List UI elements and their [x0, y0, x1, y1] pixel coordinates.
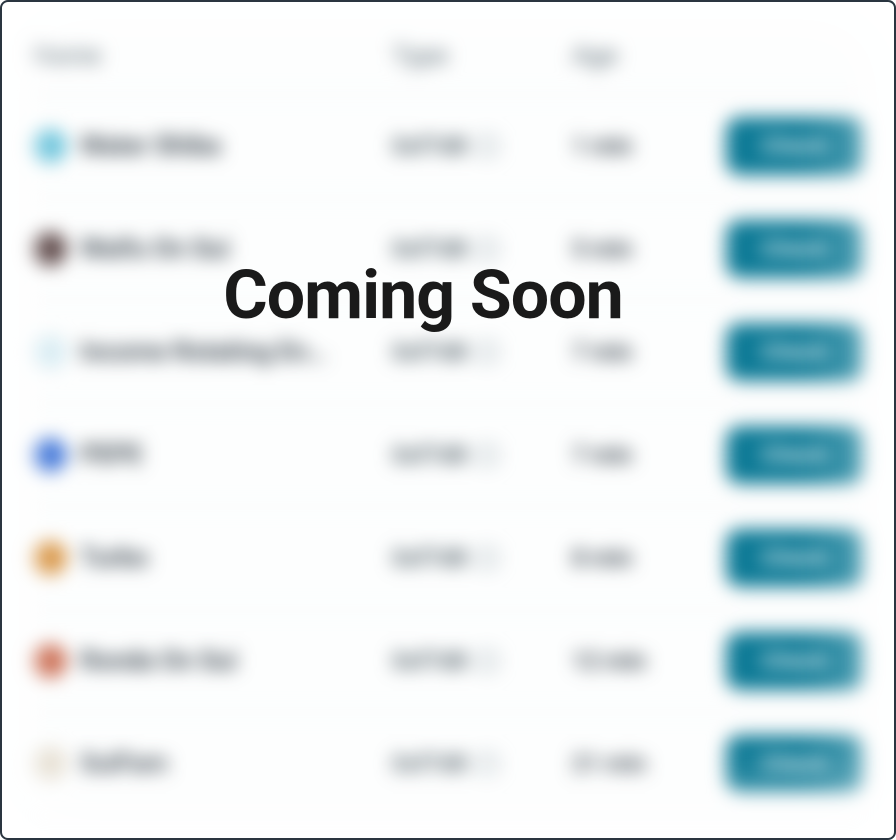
table-row: PEPE 0xf7d8 7 min Check: [32, 404, 864, 507]
type-text: 0xf7d8: [392, 132, 467, 160]
age-cell: 8 min: [572, 544, 692, 572]
type-text: 0xf7d8: [392, 338, 467, 366]
token-name: Turbo: [80, 543, 148, 573]
age-cell: 7 min: [572, 441, 692, 469]
table-row: Water Shiba 0xf7d8 1 min Check: [32, 95, 864, 198]
type-text: 0xf7d8: [392, 544, 467, 572]
age-cell: 7 min: [572, 338, 692, 366]
blurred-panel: Name Type Age Water Shiba 0xf7d8 1 min Chec…: [2, 2, 894, 838]
token-name: Income Rotating En…: [80, 337, 327, 367]
token-icon: [32, 644, 66, 678]
header-age: Age: [572, 40, 692, 70]
token-icon: [32, 747, 66, 781]
token-name: Water Shiba: [80, 131, 221, 161]
name-cell: Waifu On Sui: [32, 232, 392, 266]
table-header: Name Type Age: [32, 22, 864, 95]
token-icon: [32, 541, 66, 575]
check-button[interactable]: Check: [726, 426, 864, 484]
header-type: Type: [392, 40, 572, 70]
table-row: Income Rotating En… 0xf7d8 7 min Check: [32, 301, 864, 404]
copy-icon[interactable]: [477, 754, 497, 774]
table-row: Ronda On Sui 0xf7d8 12 min Check: [32, 610, 864, 713]
age-cell: 1 min: [572, 132, 692, 160]
token-icon: [32, 335, 66, 369]
name-cell: PEPE: [32, 438, 392, 472]
type-cell: 0xf7d8: [392, 647, 572, 675]
type-text: 0xf7d8: [392, 235, 467, 263]
check-button[interactable]: Check: [726, 735, 864, 793]
token-icon: [32, 232, 66, 266]
table-row: Waifu On Sui 0xf7d8 5 min Check: [32, 198, 864, 301]
type-cell: 0xf7d8: [392, 750, 572, 778]
copy-icon[interactable]: [477, 548, 497, 568]
type-cell: 0xf7d8: [392, 235, 572, 263]
name-cell: Income Rotating En…: [32, 335, 392, 369]
table-row: SuiFam 0xf7d8 21 min Check: [32, 713, 864, 816]
type-text: 0xf7d8: [392, 750, 467, 778]
copy-icon[interactable]: [477, 342, 497, 362]
token-name: Ronda On Sui: [80, 646, 237, 676]
action-cell: Check: [692, 735, 864, 793]
type-text: 0xf7d8: [392, 441, 467, 469]
token-icon: [32, 129, 66, 163]
token-name: Waifu On Sui: [80, 234, 229, 264]
age-cell: 21 min: [572, 750, 692, 778]
action-cell: Check: [692, 632, 864, 690]
type-cell: 0xf7d8: [392, 544, 572, 572]
check-button[interactable]: Check: [726, 220, 864, 278]
action-cell: Check: [692, 323, 864, 381]
type-cell: 0xf7d8: [392, 132, 572, 160]
action-cell: Check: [692, 117, 864, 175]
age-cell: 12 min: [572, 647, 692, 675]
check-button[interactable]: Check: [726, 529, 864, 587]
token-icon: [32, 438, 66, 472]
token-name: PEPE: [80, 440, 143, 470]
action-cell: Check: [692, 426, 864, 484]
check-button[interactable]: Check: [726, 323, 864, 381]
age-cell: 5 min: [572, 235, 692, 263]
check-button[interactable]: Check: [726, 632, 864, 690]
copy-icon[interactable]: [477, 651, 497, 671]
name-cell: Ronda On Sui: [32, 644, 392, 678]
name-cell: SuiFam: [32, 747, 392, 781]
main-container: Name Type Age Water Shiba 0xf7d8 1 min Chec…: [0, 0, 896, 840]
token-name: SuiFam: [80, 749, 168, 779]
action-cell: Check: [692, 529, 864, 587]
type-cell: 0xf7d8: [392, 338, 572, 366]
type-text: 0xf7d8: [392, 647, 467, 675]
name-cell: Turbo: [32, 541, 392, 575]
copy-icon[interactable]: [477, 136, 497, 156]
action-cell: Check: [692, 220, 864, 278]
header-name: Name: [32, 40, 392, 70]
name-cell: Water Shiba: [32, 129, 392, 163]
type-cell: 0xf7d8: [392, 441, 572, 469]
check-button[interactable]: Check: [726, 117, 864, 175]
table-row: Turbo 0xf7d8 8 min Check: [32, 507, 864, 610]
copy-icon[interactable]: [477, 239, 497, 259]
copy-icon[interactable]: [477, 445, 497, 465]
table-body: Water Shiba 0xf7d8 1 min Check Waifu On Sui 0…: [32, 95, 864, 816]
